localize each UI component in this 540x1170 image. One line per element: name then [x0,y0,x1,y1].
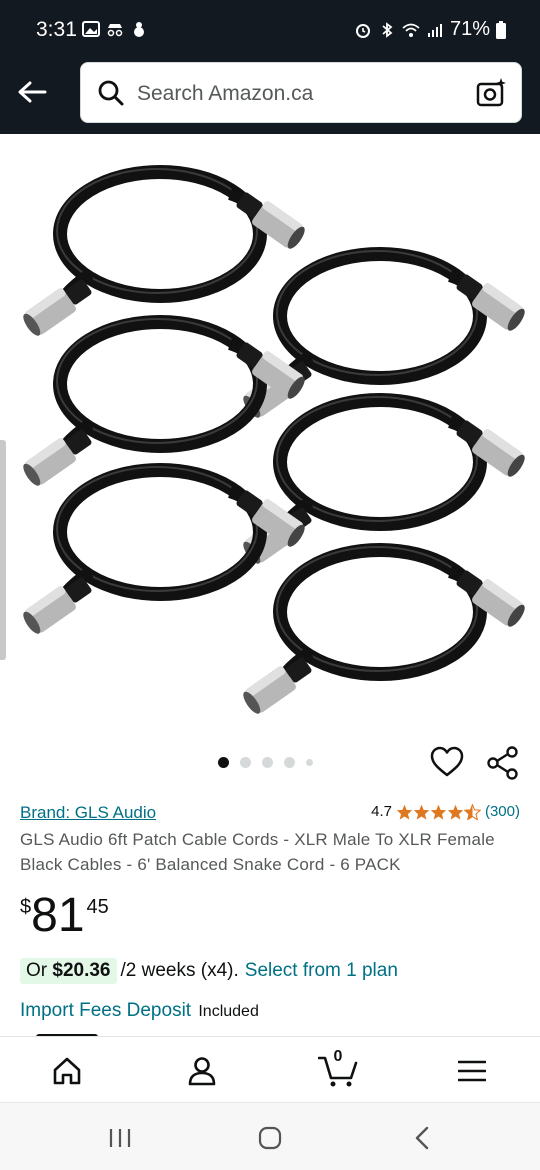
header [0,62,540,134]
heart-icon [430,746,464,777]
wishlist-button[interactable] [430,746,464,783]
half-star-icon [463,803,481,820]
installment-terms: /2 weeks (x4). [120,960,239,981]
price: $ 81 45 [20,890,109,942]
battery-percent: 71% [449,18,490,40]
status-bar: 3:31 71% [0,0,540,62]
carousel-dot[interactable] [262,757,273,768]
share-icon [487,746,518,780]
import-fees: Import Fees Deposit Included [20,1000,259,1022]
recent-apps-button[interactable] [100,1123,140,1153]
star-icon [447,804,464,820]
home-circle-icon [258,1126,282,1150]
xlr-cables-image [0,134,540,734]
back-button[interactable] [14,76,50,108]
installment-amount: $20.36 [52,960,111,981]
search-bar[interactable] [80,62,522,124]
carousel-dot[interactable] [306,759,313,766]
nav-account[interactable] [182,1051,222,1091]
status-right: 71% [354,18,506,41]
carousel-dot[interactable] [218,757,229,768]
home-icon [53,1057,81,1085]
battery-icon [496,20,506,39]
product-title: GLS Audio 6ft Patch Cable Cords - XLR Ma… [20,830,495,874]
search-icon [98,80,124,106]
share-button[interactable] [486,746,520,785]
nav-home[interactable] [47,1051,87,1091]
notification-icons [82,20,148,38]
scroll-indicator[interactable] [0,440,6,660]
rating-value: 4.7 [371,803,392,820]
gallery-icon [82,21,100,37]
image-carousel-dots [218,757,313,768]
import-fees-link[interactable]: Import Fees Deposit [20,1000,191,1021]
rating-summary[interactable]: 4.7 (300) [371,803,520,820]
nav-menu[interactable] [452,1051,492,1091]
price-whole: 81 [31,889,85,942]
rating-count[interactable]: (300) [485,803,520,820]
select-plan-link[interactable]: Select from 1 plan [245,960,398,982]
camera-search-icon[interactable] [475,77,507,109]
import-fees-status: Included [198,1003,259,1020]
nav-cart[interactable]: 0 [316,1048,360,1091]
bottom-nav: 0 [0,1036,540,1102]
signal-icon [427,23,442,37]
chevron-left-icon [415,1126,429,1150]
back-system-button[interactable] [402,1123,442,1153]
search-input[interactable] [137,63,457,124]
product-image[interactable] [0,134,540,734]
installment-or: Or [26,960,48,981]
snowman-icon [134,22,144,37]
bluetooth-icon [382,21,393,38]
recent-apps-icon [109,1129,131,1147]
alarm-icon [355,23,370,38]
home-button[interactable] [250,1123,290,1153]
carousel-dot[interactable] [240,757,251,768]
status-time: 3:31 [36,18,77,41]
carousel-dot[interactable] [284,757,295,768]
star-icon [430,804,447,820]
wifi-icon [402,23,420,37]
installment-offer: Or $20.36 /2 weeks (x4). Select from 1 p… [20,958,398,984]
star-rating [396,803,481,820]
star-icon [413,804,430,820]
person-icon [188,1057,216,1086]
incognito-icon [107,24,123,37]
star-icon [396,804,413,820]
menu-icon [458,1060,486,1082]
cart-count: 0 [333,1048,343,1065]
price-fraction: 45 [86,896,109,918]
brand-link[interactable]: Brand: GLS Audio [20,803,156,823]
system-nav-bar [0,1102,540,1170]
price-symbol: $ [20,896,32,918]
arrow-left-icon [18,81,47,103]
installment-badge: Or $20.36 [20,958,117,984]
